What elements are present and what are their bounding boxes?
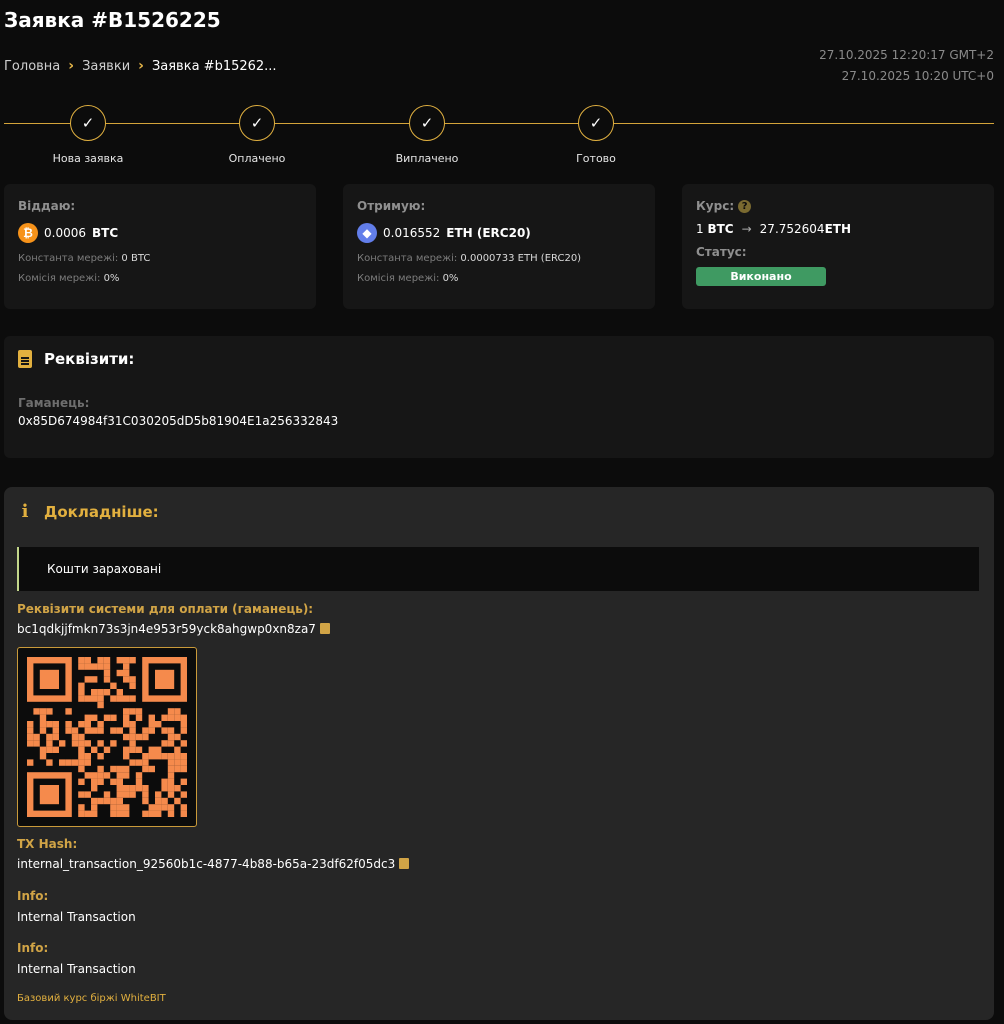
check-icon: ✓ [239, 105, 275, 141]
rate-label: Курс:? [696, 199, 980, 213]
info-block-2: Info: Internal Transaction [17, 941, 136, 976]
requisites-header: Реквізити: [18, 350, 980, 368]
status-label: Статус: [696, 245, 747, 259]
tx-hash-row: internal_transaction_92560b1c-4877-4b88-… [17, 857, 410, 871]
pay-address-label: Реквізити системи для оплати (гаманець): [17, 602, 314, 616]
give-fee: Комісія мережі: 0% [18, 273, 120, 284]
receive-amount-row: ◆ 0.016552 ETH (ERC20) [357, 223, 641, 243]
give-amount: 0.0006 [44, 226, 86, 240]
breadcrumb-home[interactable]: Головна [4, 59, 60, 74]
progress-line [4, 123, 994, 124]
receive-card: Отримую: ◆ 0.016552 ETH (ERC20) Констант… [343, 184, 655, 309]
chevron-right-icon: › [68, 58, 75, 74]
ethereum-icon: ◆ [357, 223, 377, 243]
step-label: Готово [576, 152, 616, 165]
info-block-1: Info: Internal Transaction [17, 889, 136, 924]
give-label: Віддаю: [18, 199, 76, 213]
tx-hash-label: TX Hash: [17, 837, 78, 851]
check-icon: ✓ [70, 105, 106, 141]
info-icon: i [21, 501, 29, 522]
details-card: i Докладніше: Кошти зараховані Реквізити… [4, 487, 994, 1020]
give-card: Віддаю: ₿ 0.0006 BTC Константа мережі: 0… [4, 184, 316, 309]
info-value: Internal Transaction [17, 910, 136, 924]
info-label: Info: [17, 941, 49, 955]
requisites-title: Реквізити: [44, 350, 135, 368]
breadcrumb: Головна › Заявки › Заявка #b15262... [4, 58, 277, 74]
step-label: Нова заявка [52, 152, 124, 165]
give-const: Константа мережі: 0 BTC [18, 253, 151, 264]
copy-icon[interactable] [319, 623, 330, 634]
time-local: 27.10.2025 12:20:17 GMT+2 [819, 48, 994, 62]
receive-label: Отримую: [357, 199, 426, 213]
check-icon: ✓ [578, 105, 614, 141]
pay-address-block: Реквізити системи для оплати (гаманець):… [17, 602, 330, 636]
give-amount-row: ₿ 0.0006 BTC [18, 223, 302, 243]
time-utc: 27.10.2025 10:20 UTC+0 [841, 69, 994, 83]
rate-card: Курс:? 1 BTC → 27.752604 ETH Статус: Вико… [682, 184, 994, 309]
status-notice: Кошти зараховані [17, 547, 979, 591]
receive-amount: 0.016552 [383, 226, 441, 240]
rate-row: 1 BTC → 27.752604 ETH [696, 222, 852, 236]
chevron-right-icon: › [138, 58, 144, 74]
wallet-label: Гаманець: [18, 396, 90, 410]
give-currency: BTC [92, 226, 119, 240]
step-paid-out: ✓ Виплачено [367, 104, 487, 165]
requisites-card: Реквізити: Гаманець: 0x85D674984f31C0302… [4, 336, 994, 458]
info-label: Info: [17, 889, 49, 903]
breadcrumb-orders[interactable]: Заявки [82, 59, 130, 74]
progress-steps: ✓ Нова заявка ✓ Оплачено ✓ Виплачено ✓ Г… [4, 104, 994, 174]
check-icon: ✓ [409, 105, 445, 141]
details-title: Докладніше: [44, 502, 159, 521]
tx-hash-block: TX Hash: internal_transaction_92560b1c-4… [17, 837, 410, 871]
wallet-value[interactable]: 0x85D674984f31C030205dD5b81904E1a2563328… [18, 414, 980, 428]
step-done: ✓ Готово [536, 104, 656, 165]
status-badge: Виконано [696, 267, 826, 286]
qr-code-image [27, 657, 187, 817]
copy-icon[interactable] [399, 858, 410, 869]
file-icon [18, 350, 32, 368]
exchange-rate-note: Базовий курс біржі WhiteBIT [17, 993, 166, 1004]
step-new: ✓ Нова заявка [28, 104, 148, 165]
step-label: Оплачено [228, 152, 286, 165]
details-header: i Докладніше: [18, 501, 159, 522]
breadcrumb-current: Заявка #b15262... [151, 58, 277, 74]
help-icon[interactable]: ? [738, 200, 752, 213]
info-value: Internal Transaction [17, 962, 136, 976]
bitcoin-icon: ₿ [18, 223, 38, 243]
qr-code-frame [17, 647, 197, 827]
receive-const: Константа мережі: 0.0000733 ETH (ERC20) [357, 253, 582, 264]
timestamps: 27.10.2025 12:20:17 GMT+2 27.10.2025 10:… [819, 45, 994, 87]
receive-currency: ETH (ERC20) [446, 226, 531, 240]
pay-address-value[interactable]: bc1qdkjjfmkn73s3jn4e953r59yck8ahgwp0xn8z… [17, 622, 316, 636]
step-label: Виплачено [395, 152, 459, 165]
receive-fee: Комісія мережі: 0% [357, 273, 459, 284]
pay-address-row: bc1qdkjjfmkn73s3jn4e953r59yck8ahgwp0xn8z… [17, 622, 330, 636]
page-title: Заявка #B1526225 [4, 8, 221, 32]
step-paid: ✓ Оплачено [197, 104, 317, 165]
tx-hash-value[interactable]: internal_transaction_92560b1c-4877-4b88-… [17, 857, 395, 871]
arrow-right-icon: → [741, 222, 752, 236]
